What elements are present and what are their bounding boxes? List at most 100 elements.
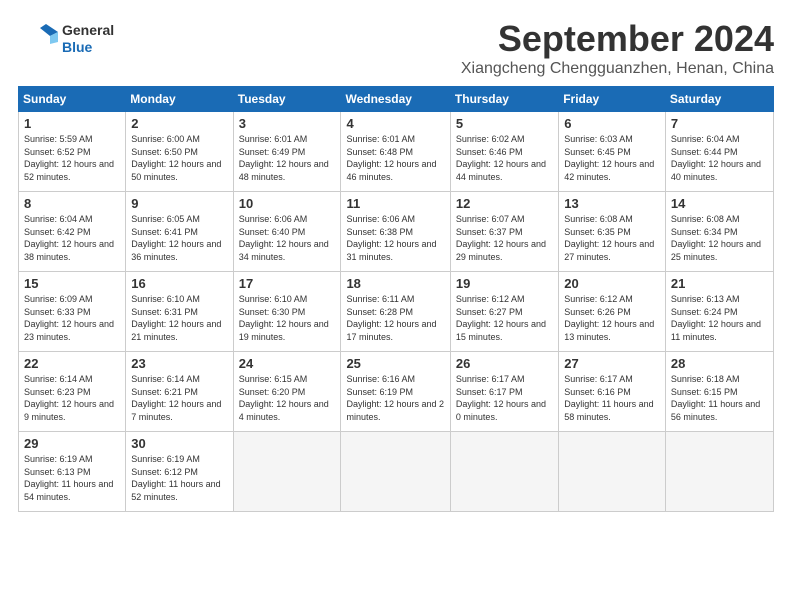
table-row: 8 Sunrise: 6:04 AM Sunset: 6:42 PM Dayli…	[19, 192, 126, 272]
month-title: September 2024	[461, 18, 774, 60]
day-info: Sunrise: 6:12 AM Sunset: 6:26 PM Dayligh…	[564, 293, 660, 343]
table-row	[450, 432, 558, 512]
table-row: 23 Sunrise: 6:14 AM Sunset: 6:21 PM Dayl…	[126, 352, 233, 432]
table-row: 9 Sunrise: 6:05 AM Sunset: 6:41 PM Dayli…	[126, 192, 233, 272]
day-number: 16	[131, 276, 227, 291]
day-number: 7	[671, 116, 768, 131]
day-info: Sunrise: 6:04 AM Sunset: 6:42 PM Dayligh…	[24, 213, 120, 263]
day-number: 20	[564, 276, 660, 291]
calendar-table: Sunday Monday Tuesday Wednesday Thursday…	[18, 86, 774, 512]
day-number: 25	[346, 356, 444, 371]
day-number: 11	[346, 196, 444, 211]
day-number: 6	[564, 116, 660, 131]
table-row: 12 Sunrise: 6:07 AM Sunset: 6:37 PM Dayl…	[450, 192, 558, 272]
day-number: 15	[24, 276, 120, 291]
day-info: Sunrise: 6:18 AM Sunset: 6:15 PM Dayligh…	[671, 373, 768, 423]
logo-bird-icon	[18, 18, 60, 60]
table-row: 17 Sunrise: 6:10 AM Sunset: 6:30 PM Dayl…	[233, 272, 341, 352]
table-row	[665, 432, 773, 512]
day-info: Sunrise: 6:16 AM Sunset: 6:19 PM Dayligh…	[346, 373, 444, 423]
day-info: Sunrise: 6:08 AM Sunset: 6:34 PM Dayligh…	[671, 213, 768, 263]
col-saturday: Saturday	[665, 87, 773, 112]
day-number: 14	[671, 196, 768, 211]
calendar-week-1: 1 Sunrise: 5:59 AM Sunset: 6:52 PM Dayli…	[19, 112, 774, 192]
table-row	[559, 432, 666, 512]
day-number: 2	[131, 116, 227, 131]
day-info: Sunrise: 6:06 AM Sunset: 6:38 PM Dayligh…	[346, 213, 444, 263]
table-row: 14 Sunrise: 6:08 AM Sunset: 6:34 PM Dayl…	[665, 192, 773, 272]
table-row	[341, 432, 450, 512]
day-info: Sunrise: 5:59 AM Sunset: 6:52 PM Dayligh…	[24, 133, 120, 183]
day-info: Sunrise: 6:19 AM Sunset: 6:13 PM Dayligh…	[24, 453, 120, 503]
day-number: 4	[346, 116, 444, 131]
day-info: Sunrise: 6:19 AM Sunset: 6:12 PM Dayligh…	[131, 453, 227, 503]
day-info: Sunrise: 6:09 AM Sunset: 6:33 PM Dayligh…	[24, 293, 120, 343]
table-row: 26 Sunrise: 6:17 AM Sunset: 6:17 PM Dayl…	[450, 352, 558, 432]
calendar-week-5: 29 Sunrise: 6:19 AM Sunset: 6:13 PM Dayl…	[19, 432, 774, 512]
day-info: Sunrise: 6:07 AM Sunset: 6:37 PM Dayligh…	[456, 213, 553, 263]
col-friday: Friday	[559, 87, 666, 112]
day-number: 24	[239, 356, 336, 371]
calendar-week-2: 8 Sunrise: 6:04 AM Sunset: 6:42 PM Dayli…	[19, 192, 774, 272]
location-title: Xiangcheng Chengguanzhen, Henan, China	[461, 60, 774, 78]
col-thursday: Thursday	[450, 87, 558, 112]
day-number: 30	[131, 436, 227, 451]
table-row: 6 Sunrise: 6:03 AM Sunset: 6:45 PM Dayli…	[559, 112, 666, 192]
table-row: 30 Sunrise: 6:19 AM Sunset: 6:12 PM Dayl…	[126, 432, 233, 512]
logo-graphic: General Blue	[18, 18, 114, 60]
table-row: 21 Sunrise: 6:13 AM Sunset: 6:24 PM Dayl…	[665, 272, 773, 352]
col-sunday: Sunday	[19, 87, 126, 112]
day-number: 28	[671, 356, 768, 371]
day-number: 5	[456, 116, 553, 131]
table-row: 4 Sunrise: 6:01 AM Sunset: 6:48 PM Dayli…	[341, 112, 450, 192]
day-info: Sunrise: 6:14 AM Sunset: 6:21 PM Dayligh…	[131, 373, 227, 423]
table-row: 20 Sunrise: 6:12 AM Sunset: 6:26 PM Dayl…	[559, 272, 666, 352]
day-number: 19	[456, 276, 553, 291]
day-number: 12	[456, 196, 553, 211]
table-row: 22 Sunrise: 6:14 AM Sunset: 6:23 PM Dayl…	[19, 352, 126, 432]
logo: General Blue	[18, 18, 114, 60]
day-number: 27	[564, 356, 660, 371]
col-wednesday: Wednesday	[341, 87, 450, 112]
table-row: 24 Sunrise: 6:15 AM Sunset: 6:20 PM Dayl…	[233, 352, 341, 432]
day-number: 22	[24, 356, 120, 371]
day-number: 3	[239, 116, 336, 131]
day-number: 13	[564, 196, 660, 211]
table-row: 28 Sunrise: 6:18 AM Sunset: 6:15 PM Dayl…	[665, 352, 773, 432]
day-info: Sunrise: 6:06 AM Sunset: 6:40 PM Dayligh…	[239, 213, 336, 263]
table-row: 25 Sunrise: 6:16 AM Sunset: 6:19 PM Dayl…	[341, 352, 450, 432]
day-info: Sunrise: 6:08 AM Sunset: 6:35 PM Dayligh…	[564, 213, 660, 263]
title-block: September 2024 Xiangcheng Chengguanzhen,…	[461, 18, 774, 78]
col-tuesday: Tuesday	[233, 87, 341, 112]
day-info: Sunrise: 6:00 AM Sunset: 6:50 PM Dayligh…	[131, 133, 227, 183]
table-row: 16 Sunrise: 6:10 AM Sunset: 6:31 PM Dayl…	[126, 272, 233, 352]
day-number: 26	[456, 356, 553, 371]
header: General Blue September 2024 Xiangcheng C…	[18, 18, 774, 78]
table-row: 19 Sunrise: 6:12 AM Sunset: 6:27 PM Dayl…	[450, 272, 558, 352]
day-info: Sunrise: 6:17 AM Sunset: 6:16 PM Dayligh…	[564, 373, 660, 423]
day-info: Sunrise: 6:01 AM Sunset: 6:48 PM Dayligh…	[346, 133, 444, 183]
day-number: 29	[24, 436, 120, 451]
day-info: Sunrise: 6:17 AM Sunset: 6:17 PM Dayligh…	[456, 373, 553, 423]
table-row: 11 Sunrise: 6:06 AM Sunset: 6:38 PM Dayl…	[341, 192, 450, 272]
day-info: Sunrise: 6:04 AM Sunset: 6:44 PM Dayligh…	[671, 133, 768, 183]
logo-text-general: General	[62, 22, 114, 39]
table-row: 27 Sunrise: 6:17 AM Sunset: 6:16 PM Dayl…	[559, 352, 666, 432]
day-number: 21	[671, 276, 768, 291]
table-row	[233, 432, 341, 512]
logo-text-blue: Blue	[62, 39, 114, 56]
day-number: 9	[131, 196, 227, 211]
calendar-week-3: 15 Sunrise: 6:09 AM Sunset: 6:33 PM Dayl…	[19, 272, 774, 352]
day-info: Sunrise: 6:10 AM Sunset: 6:31 PM Dayligh…	[131, 293, 227, 343]
day-info: Sunrise: 6:05 AM Sunset: 6:41 PM Dayligh…	[131, 213, 227, 263]
day-number: 1	[24, 116, 120, 131]
table-row: 29 Sunrise: 6:19 AM Sunset: 6:13 PM Dayl…	[19, 432, 126, 512]
day-info: Sunrise: 6:15 AM Sunset: 6:20 PM Dayligh…	[239, 373, 336, 423]
day-number: 17	[239, 276, 336, 291]
day-info: Sunrise: 6:12 AM Sunset: 6:27 PM Dayligh…	[456, 293, 553, 343]
day-number: 18	[346, 276, 444, 291]
table-row: 10 Sunrise: 6:06 AM Sunset: 6:40 PM Dayl…	[233, 192, 341, 272]
page: General Blue September 2024 Xiangcheng C…	[0, 0, 792, 612]
day-info: Sunrise: 6:01 AM Sunset: 6:49 PM Dayligh…	[239, 133, 336, 183]
table-row: 3 Sunrise: 6:01 AM Sunset: 6:49 PM Dayli…	[233, 112, 341, 192]
